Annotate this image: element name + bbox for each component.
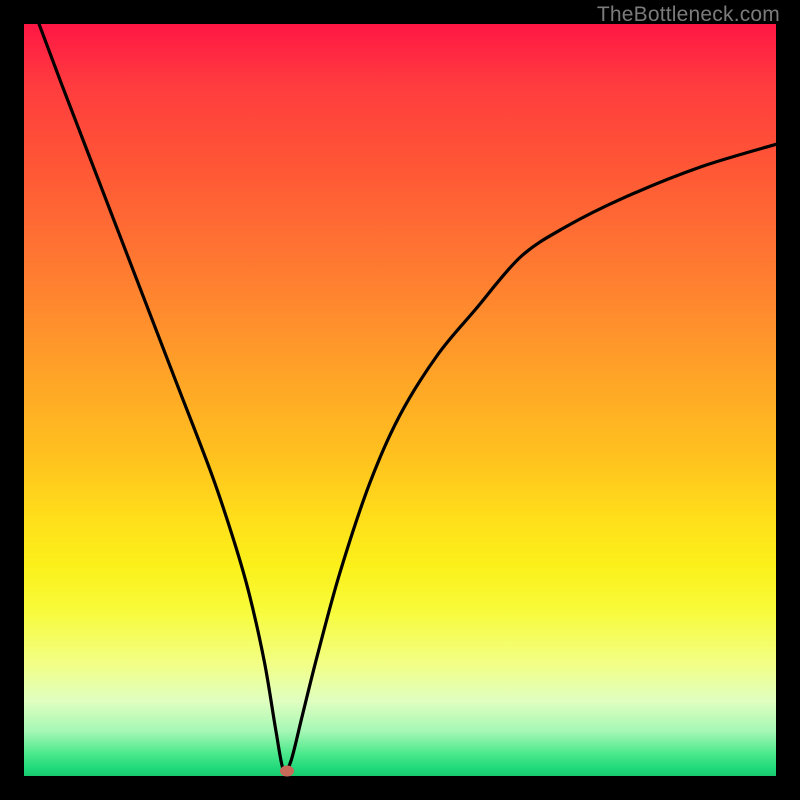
bottleneck-curve [24,24,776,776]
optimal-point-marker [280,766,294,777]
chart-frame [24,24,776,776]
